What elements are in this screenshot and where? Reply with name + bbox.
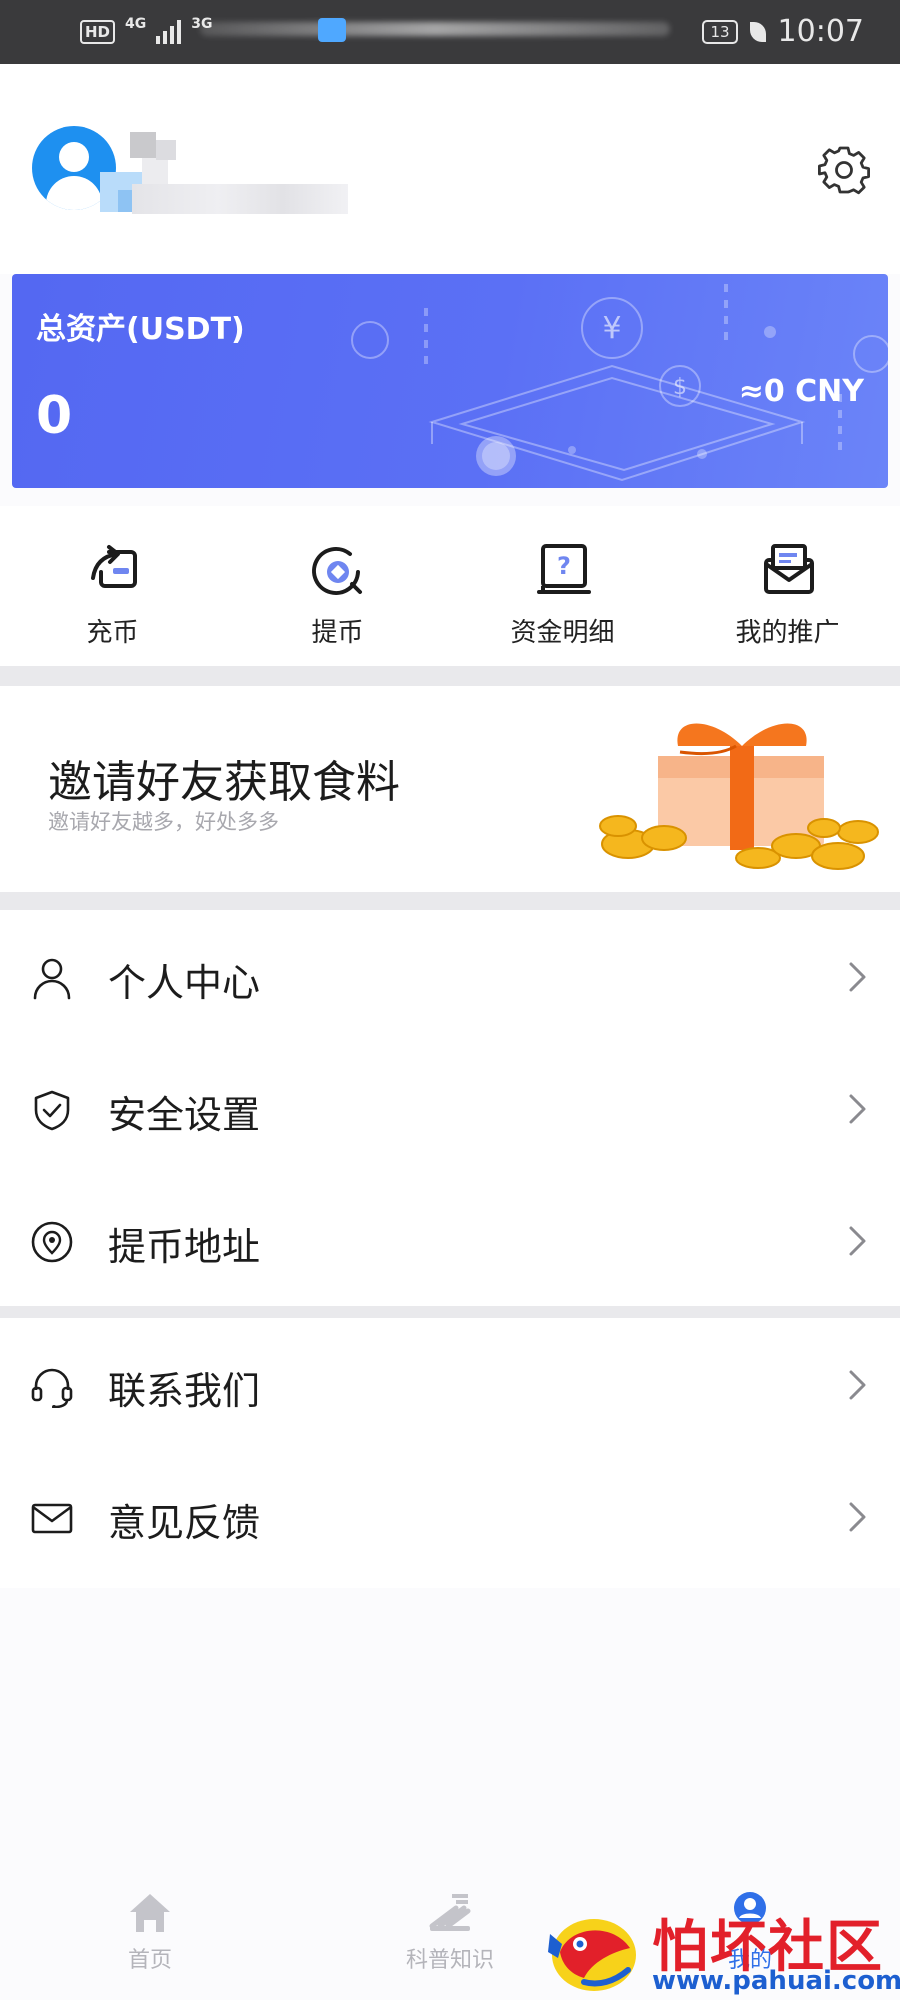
deposit-button[interactable]: 充币 bbox=[0, 542, 225, 649]
menu-label: 个人中心 bbox=[108, 961, 261, 1005]
shield-icon bbox=[34, 1090, 70, 1131]
status-blurred-area bbox=[200, 22, 670, 36]
menu-label: 联系我们 bbox=[108, 1369, 261, 1413]
svg-text:¥: ¥ bbox=[602, 311, 621, 346]
menu-item-feedback[interactable]: 意见反馈 bbox=[0, 1450, 900, 1582]
section-divider bbox=[0, 892, 900, 910]
withdraw-label: 提币 bbox=[311, 618, 364, 648]
invite-banner[interactable]: 邀请好友获取食料 邀请好友越多，好处多多 bbox=[0, 686, 900, 892]
status-right: 13 10:07 bbox=[702, 14, 864, 49]
promotion-button[interactable]: 我的推广 bbox=[675, 542, 900, 649]
fish-logo-icon bbox=[548, 1919, 636, 1991]
menu-item-security[interactable]: 安全设置 bbox=[0, 1042, 900, 1174]
eco-mode-icon bbox=[749, 21, 766, 42]
tab-label: 科普知识 bbox=[405, 1948, 494, 1973]
headset-icon bbox=[31, 1368, 73, 1408]
chevron-right-icon bbox=[849, 962, 866, 992]
promotion-icon bbox=[763, 544, 814, 594]
tab-home[interactable]: 首页 bbox=[60, 1890, 240, 1974]
deposit-icon bbox=[90, 545, 137, 588]
app-notification-icon bbox=[318, 18, 346, 42]
chevron-right-icon bbox=[849, 1502, 866, 1532]
chevron-right-icon bbox=[849, 1094, 866, 1124]
hd-indicator: HD bbox=[80, 20, 116, 44]
menu-item-contact[interactable]: 联系我们 bbox=[0, 1318, 900, 1450]
menu-group-account: 个人中心 安全设置 提币地址 bbox=[0, 910, 900, 1306]
menu-label: 提币地址 bbox=[108, 1225, 261, 1269]
status-bar: HD 4G 3G 13 10:07 bbox=[0, 0, 900, 64]
chevron-right-icon bbox=[849, 1370, 866, 1400]
menu-item-profile[interactable]: 个人中心 bbox=[0, 910, 900, 1042]
withdraw-button[interactable]: 提币 bbox=[225, 542, 450, 649]
status-left: HD 4G 3G bbox=[80, 16, 212, 48]
user-icon bbox=[33, 958, 71, 1000]
fund-details-label: 资金明细 bbox=[510, 618, 615, 648]
asset-cny-value: ≈0 CNY bbox=[738, 374, 864, 409]
section-divider bbox=[0, 666, 900, 686]
watermark: 怕坏社区 www.pahuai.com bbox=[544, 1900, 900, 2000]
asset-value: 0 bbox=[36, 386, 73, 446]
gift-box-icon bbox=[599, 723, 879, 870]
network-4g: 4G bbox=[125, 16, 147, 32]
location-icon bbox=[31, 1221, 73, 1263]
quick-actions: 充币 提币 ? 资金明细 我的推广 bbox=[0, 506, 900, 666]
asset-label: 总资产(USDT) bbox=[36, 312, 245, 347]
clock: 10:07 bbox=[777, 14, 864, 49]
fund-details-icon: ? bbox=[536, 544, 591, 594]
menu-label: 意见反馈 bbox=[108, 1501, 261, 1545]
invite-title: 邀请好友获取食料 bbox=[48, 757, 400, 808]
mail-icon bbox=[31, 1503, 73, 1534]
profile-header bbox=[0, 64, 900, 274]
avatar-head bbox=[59, 142, 89, 172]
menu-item-withdraw-address[interactable]: 提币地址 bbox=[0, 1174, 900, 1306]
username-blur bbox=[132, 184, 348, 214]
svg-text:?: ? bbox=[557, 552, 571, 580]
fund-details-button[interactable]: ? 资金明细 bbox=[450, 542, 675, 649]
promotion-label: 我的推广 bbox=[735, 618, 840, 648]
knowledge-icon bbox=[429, 1894, 471, 1931]
withdraw-icon bbox=[311, 546, 362, 595]
signal-icon bbox=[156, 20, 182, 44]
tab-label: 首页 bbox=[127, 1948, 172, 1973]
section-divider bbox=[0, 1306, 900, 1318]
invite-subtitle: 邀请好友越多，好处多多 bbox=[48, 810, 279, 834]
battery-icon: 13 bbox=[702, 19, 738, 44]
avatar-body bbox=[46, 176, 102, 210]
asset-card[interactable]: ¥ $ 总资产(USDT) 0 ≈0 CNY bbox=[12, 274, 888, 488]
chevron-right-icon bbox=[849, 1226, 866, 1256]
watermark-url: www.pahuai.com bbox=[652, 1966, 900, 1996]
tab-knowledge[interactable]: 科普知识 bbox=[360, 1890, 540, 1974]
gear-icon[interactable] bbox=[818, 144, 870, 196]
home-icon bbox=[130, 1894, 170, 1932]
menu-group-support: 联系我们 意见反馈 bbox=[0, 1318, 900, 1588]
svg-text:$: $ bbox=[673, 375, 687, 400]
menu-label: 安全设置 bbox=[108, 1093, 261, 1137]
deposit-label: 充币 bbox=[86, 618, 139, 648]
